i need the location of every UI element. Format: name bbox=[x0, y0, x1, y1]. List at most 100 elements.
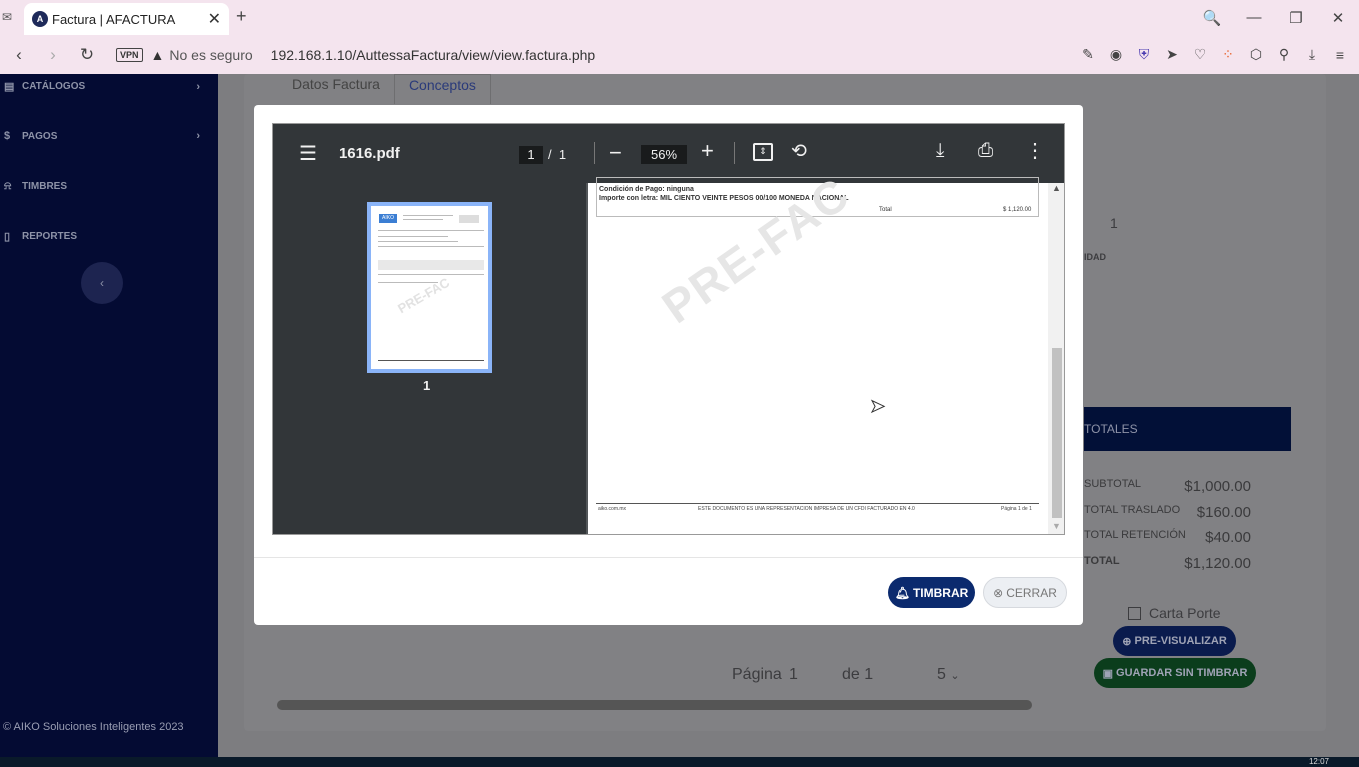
total-label: TOTAL TRASLADO bbox=[1084, 504, 1181, 516]
close-window-icon[interactable]: ✕ bbox=[1317, 9, 1359, 27]
scrollbar-thumb[interactable] bbox=[1052, 348, 1062, 518]
menu-icon[interactable]: ≡ bbox=[1331, 47, 1349, 63]
cerrar-button[interactable]: ⊗ CERRAR bbox=[983, 577, 1067, 608]
camera-icon[interactable]: ◉ bbox=[1107, 46, 1125, 63]
pdf-preview-modal: ☰ 1616.pdf 1 / 1 − 56% + ⇕ ⟲ ⤓ ⎙ ⋮ AIKO bbox=[254, 105, 1083, 625]
warning-icon: ▲ bbox=[150, 46, 165, 63]
pagina-number[interactable]: 1 bbox=[789, 666, 798, 684]
hamburger-menu-icon[interactable]: ☰ bbox=[299, 141, 317, 166]
download-icon[interactable]: ⤓ bbox=[936, 140, 944, 162]
total-value: $1,120.00 bbox=[1184, 555, 1251, 572]
condicion-pago-text: Condición de Pago: ninguna bbox=[599, 186, 694, 193]
pdf-footer-rule bbox=[596, 503, 1039, 504]
zoom-out-icon[interactable]: − bbox=[609, 140, 622, 166]
send-icon[interactable]: ➤ bbox=[1163, 46, 1181, 63]
previsualizar-button[interactable]: ⊕ PRE-VISUALIZAR bbox=[1113, 626, 1236, 656]
shield-icon[interactable]: ⛨ bbox=[1135, 46, 1153, 63]
bell-icon: ⍾ bbox=[4, 180, 12, 192]
thumbnail-line bbox=[403, 219, 443, 220]
sidebar-item-reportes[interactable]: ▯ REPORTES bbox=[4, 230, 200, 243]
profile-icon[interactable]: ⚲ bbox=[1275, 46, 1293, 63]
toolbar-divider bbox=[594, 142, 595, 164]
url-field[interactable]: 192.168.1.10/AuttessaFactura/view/view.f… bbox=[271, 47, 596, 63]
security-status[interactable]: No es seguro bbox=[169, 47, 252, 63]
restore-icon[interactable]: ❐ bbox=[1275, 9, 1317, 27]
extension-icons: ✎ ◉ ⛨ ➤ ♡ ⁘ ⬡ ⚲ ⤓ ≡ bbox=[1079, 35, 1349, 74]
dollar-icon: $ bbox=[4, 130, 11, 142]
thumbnail-line bbox=[378, 241, 458, 242]
search-icon[interactable]: 🔍 bbox=[1191, 9, 1233, 27]
print-icon[interactable]: ⎙ bbox=[978, 140, 993, 162]
file-icon: ▯ bbox=[4, 231, 11, 243]
pdf-toolbar: ☰ 1616.pdf 1 / 1 − 56% + ⇕ ⟲ ⤓ ⎙ ⋮ bbox=[273, 124, 1064, 183]
sidebar-item-pagos[interactable]: $ PAGOS › bbox=[4, 130, 200, 142]
sidebar-item-label: REPORTES bbox=[22, 231, 78, 242]
tab-list-icon[interactable]: ✉ bbox=[2, 10, 12, 24]
timbrar-label: TIMBRAR bbox=[912, 585, 969, 600]
zoom-in-icon[interactable]: + bbox=[701, 138, 714, 164]
carta-porte-checkbox[interactable]: Carta Porte bbox=[1128, 605, 1221, 621]
collapse-sidebar-button[interactable]: ‹ bbox=[81, 262, 123, 304]
heart-icon[interactable]: ♡ bbox=[1191, 46, 1209, 63]
total-value: $40.00 bbox=[1205, 529, 1251, 546]
minimize-icon[interactable]: — bbox=[1233, 9, 1275, 26]
total-label: TOTAL RETENCIÓN bbox=[1084, 529, 1186, 541]
total-value: $160.00 bbox=[1196, 504, 1251, 521]
browser-tabbar: ✉ A Factura | AFACTURA ✕ + 🔍 — ❐ ✕ bbox=[0, 0, 1359, 35]
fit-page-icon[interactable]: ⇕ bbox=[753, 143, 773, 161]
timbrar-button[interactable]: 🔔︎ TIMBRAR bbox=[888, 577, 975, 608]
browser-tab[interactable]: A Factura | AFACTURA ✕ bbox=[24, 3, 229, 35]
tab-datos-factura[interactable]: Datos Factura bbox=[278, 74, 394, 104]
chevron-down-icon: ⌄ bbox=[950, 670, 960, 682]
tab-title: Factura | AFACTURA bbox=[52, 11, 176, 27]
rotate-icon[interactable]: ⟲ bbox=[791, 140, 807, 163]
apps-icon[interactable]: ⁘ bbox=[1219, 46, 1237, 63]
thumbnail-page-number: 1 bbox=[423, 378, 431, 393]
guardar-sin-timbrar-button[interactable]: ▣ GUARDAR SIN TIMBRAR bbox=[1094, 658, 1256, 688]
thumbnail-line bbox=[378, 260, 484, 270]
reload-icon[interactable]: ↻ bbox=[72, 45, 102, 65]
total-label: TOTAL bbox=[1084, 555, 1120, 567]
download-icon[interactable]: ⤓ bbox=[1303, 46, 1321, 63]
totales-header: TOTALES bbox=[1084, 407, 1291, 451]
scroll-up-icon[interactable]: ▲ bbox=[1052, 183, 1061, 193]
thumbnail-pane: AIKO PRE-FAC 1 bbox=[273, 183, 586, 534]
tab-conceptos[interactable]: Conceptos bbox=[393, 74, 491, 104]
page-size-select[interactable]: 5 ⌄ bbox=[937, 666, 960, 684]
sidebar-item-catalogos[interactable]: ▤ CATÁLOGOS › bbox=[4, 80, 200, 94]
horizontal-scrollbar[interactable] bbox=[277, 700, 1032, 710]
pdf-page[interactable]: Condición de Pago: ninguna Importe con l… bbox=[588, 167, 1048, 534]
pagina-total: de 1 bbox=[842, 666, 874, 683]
zoom-level-input[interactable]: 56% bbox=[641, 145, 687, 164]
sidebar-item-timbres[interactable]: ⍾ TIMBRES bbox=[4, 180, 200, 193]
window-controls: 🔍 — ❐ ✕ bbox=[1191, 0, 1359, 35]
share-icon[interactable]: ✎ bbox=[1079, 46, 1097, 63]
pdf-total-label: Total bbox=[879, 207, 892, 213]
total-row-retencion: TOTAL RETENCIÓN $40.00 bbox=[1084, 529, 1251, 546]
quantity-value[interactable]: 1 bbox=[1110, 215, 1118, 231]
save-icon: ▣ bbox=[1102, 667, 1117, 680]
thumbnail-line bbox=[378, 230, 484, 231]
book-icon: ▤ bbox=[4, 81, 15, 93]
pdf-scrollbar[interactable]: ▲ ▼ bbox=[1048, 183, 1064, 534]
new-tab-button[interactable]: + bbox=[236, 6, 247, 27]
cerrar-label: CERRAR bbox=[1006, 585, 1057, 600]
box-icon[interactable]: ⬡ bbox=[1247, 46, 1265, 63]
scroll-down-icon[interactable]: ▼ bbox=[1052, 521, 1061, 531]
plus-circle-icon: ⊕ bbox=[1122, 635, 1135, 648]
total-row-total: TOTAL $1,120.00 bbox=[1084, 555, 1251, 572]
chevron-right-icon: › bbox=[196, 80, 200, 93]
toolbar-divider bbox=[734, 142, 735, 164]
mouse-cursor-icon: ➤ bbox=[869, 396, 886, 417]
forward-icon[interactable]: › bbox=[38, 45, 68, 65]
previsualizar-label: PRE-VISUALIZAR bbox=[1134, 635, 1227, 647]
page-number-input[interactable]: 1 bbox=[519, 146, 543, 164]
more-options-icon[interactable]: ⋮ bbox=[1025, 138, 1045, 163]
total-row-subtotal: SUBTOTAL $1,000.00 bbox=[1084, 478, 1251, 495]
close-tab-icon[interactable]: ✕ bbox=[208, 9, 221, 29]
pdf-total-value: $ 1,120.00 bbox=[1003, 207, 1032, 213]
checkbox-icon[interactable] bbox=[1128, 606, 1141, 620]
back-icon[interactable]: ‹ bbox=[4, 45, 34, 65]
vpn-badge[interactable]: VPN bbox=[116, 47, 143, 62]
page-thumbnail[interactable]: AIKO PRE-FAC bbox=[367, 202, 492, 373]
